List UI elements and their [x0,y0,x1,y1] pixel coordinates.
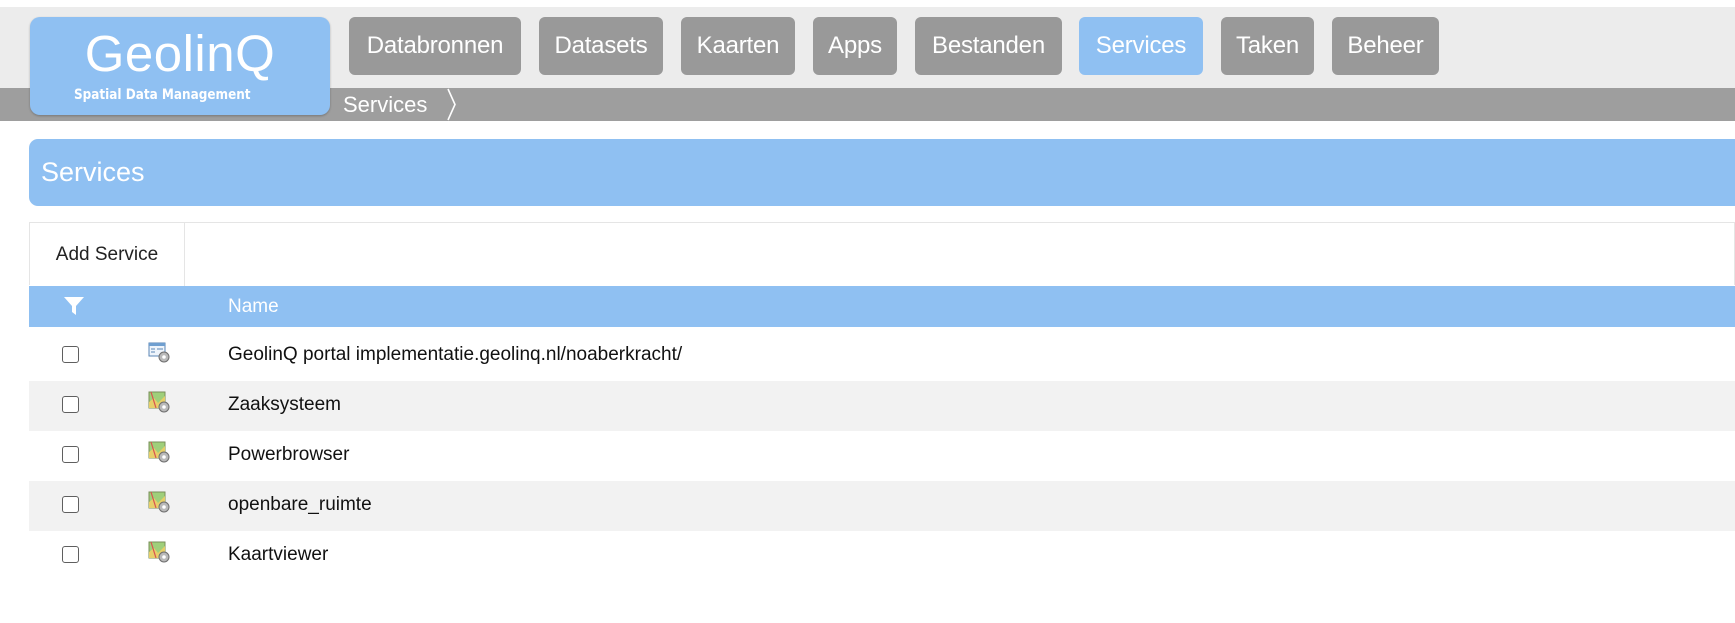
nav-tab-bestanden[interactable]: Bestanden [915,17,1062,75]
service-name[interactable]: GeolinQ portal implementatie.geolinq.nl/… [228,331,682,378]
grid-header: Name [29,286,1735,327]
logo[interactable]: GeolinQ Spatial Data Management [30,17,330,115]
filter-icon[interactable] [63,296,85,316]
logo-subtitle: Spatial Data Management [74,87,251,103]
service-name[interactable]: Kaartviewer [228,531,328,578]
logo-title: GeolinQ [84,25,276,82]
nav-tab-services[interactable]: Services [1079,17,1203,75]
map-service-icon [148,541,170,563]
nav-tab-databronnen[interactable]: Databronnen [349,17,521,75]
nav-tab-kaarten[interactable]: Kaarten [681,17,795,75]
map-service-icon [148,491,170,513]
nav-tab-beheer[interactable]: Beheer [1332,17,1439,75]
row-checkbox[interactable] [62,346,79,363]
table-row[interactable]: openbare_ruimte [29,481,1735,531]
portal-service-icon [148,342,170,363]
table-row[interactable]: Kaartviewer [29,531,1735,581]
panel-header: Services [29,139,1735,206]
row-checkbox[interactable] [62,446,79,463]
service-name[interactable]: Zaaksysteem [228,381,341,428]
table-row[interactable]: GeolinQ portal implementatie.geolinq.nl/… [29,331,1735,381]
nav-tab-datasets[interactable]: Datasets [539,17,663,75]
row-checkbox[interactable] [62,546,79,563]
table-row[interactable]: Zaaksysteem [29,381,1735,431]
breadcrumb-separator-icon [447,88,456,121]
nav-tab-taken[interactable]: Taken [1221,17,1314,75]
panel-title: Services [41,157,145,187]
add-service-button[interactable]: Add Service [30,223,185,286]
row-checkbox[interactable] [62,396,79,413]
toolbar: Add Service [29,222,1735,286]
service-name[interactable]: Powerbrowser [228,431,349,478]
breadcrumb[interactable]: Services [343,88,453,121]
service-name[interactable]: openbare_ruimte [228,481,372,528]
column-header-name[interactable]: Name [228,286,279,327]
row-checkbox[interactable] [62,496,79,513]
map-service-icon [148,391,170,413]
table-row[interactable]: Powerbrowser [29,431,1735,481]
nav-tab-apps[interactable]: Apps [813,17,897,75]
map-service-icon [148,441,170,463]
